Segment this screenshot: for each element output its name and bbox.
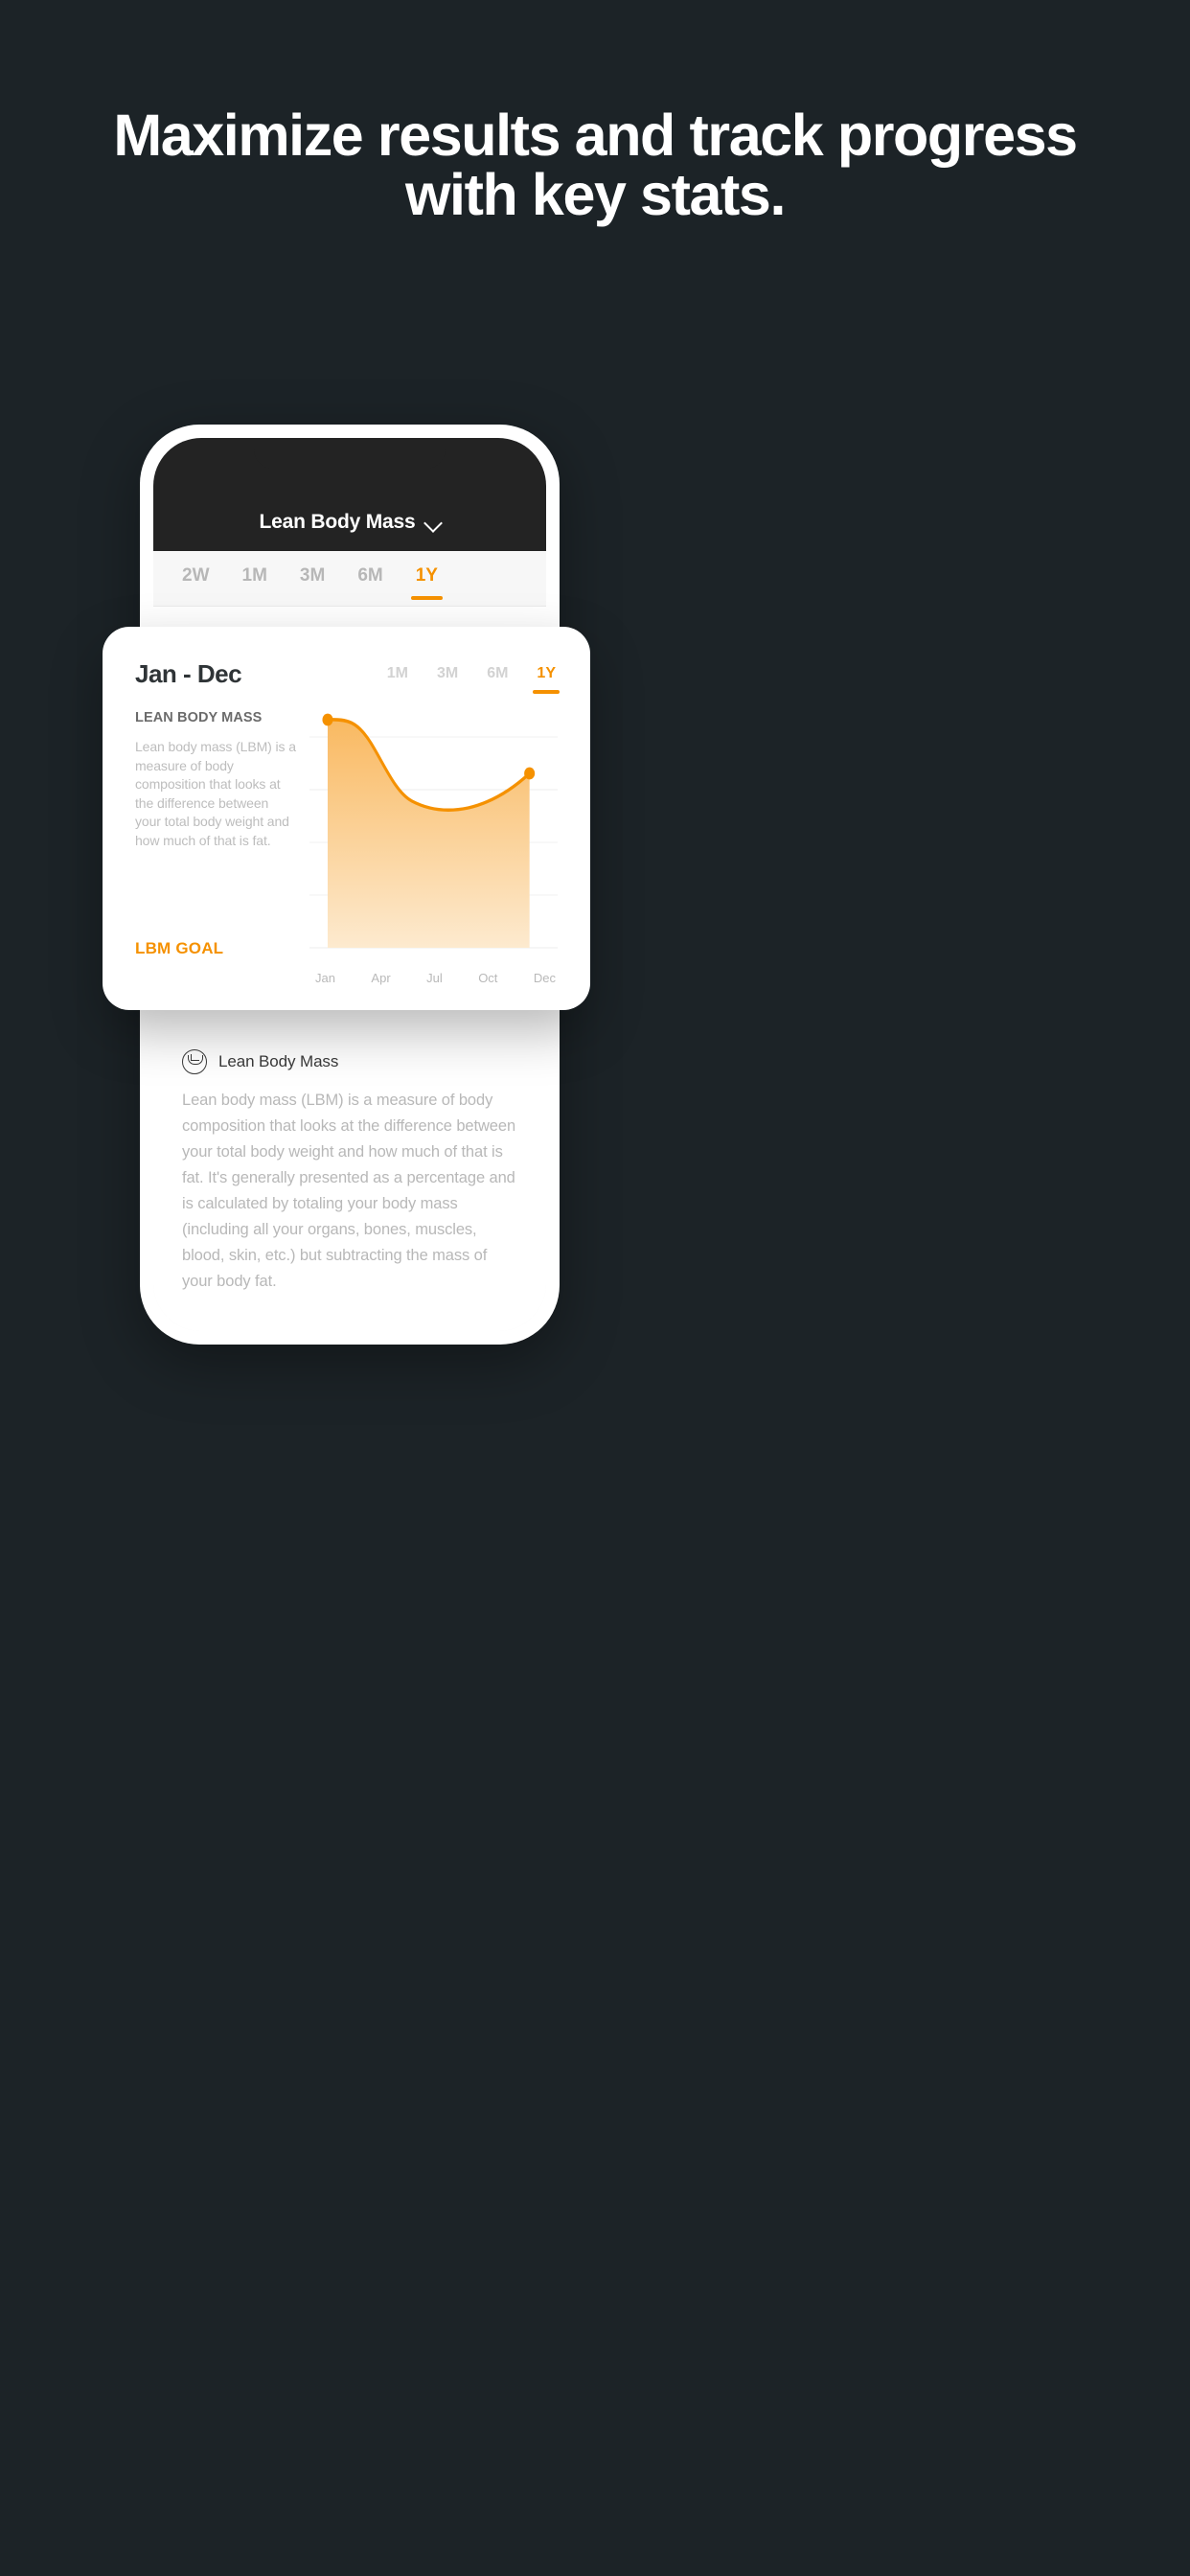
range-tab-3m[interactable]: 3M: [300, 565, 325, 592]
stats-card: Jan - Dec 1M 3M 6M 1Y LEAN BODY MASS Lea…: [103, 627, 590, 1010]
card-tab-6m[interactable]: 6M: [487, 665, 508, 682]
info-header: Lean Body Mass: [182, 1049, 517, 1074]
range-tab-bar: 2W 1M 3M 6M 1Y: [153, 551, 546, 607]
info-title: Lean Body Mass: [218, 1052, 339, 1070]
chart-x-axis-labels: Jan Apr Jul Oct Dec: [309, 961, 558, 985]
chart-area-fill: [327, 719, 530, 948]
info-paragraph: Lean body mass (LBM) is a measure of bod…: [182, 1092, 516, 1290]
page-title: Maximize results and track progress with…: [113, 103, 1078, 227]
card-tab-1y[interactable]: 1Y: [533, 665, 560, 694]
nav-title[interactable]: Lean Body Mass: [260, 511, 416, 534]
chevron-down-icon[interactable]: [423, 514, 444, 533]
chart-start-marker: [322, 713, 333, 726]
card-tab-3m[interactable]: 3M: [437, 665, 458, 682]
x-label-jan: Jan: [315, 971, 335, 985]
card-tab-1m[interactable]: 1M: [387, 665, 408, 682]
metric-description: Lean body mass (LBM) is a measure of bod…: [135, 739, 296, 848]
lean-body-mass-icon: [182, 1049, 207, 1074]
chart-end-marker: [524, 767, 536, 780]
lbm-goal-button[interactable]: LBM GOAL: [135, 939, 223, 958]
range-tab-1m[interactable]: 1M: [242, 565, 267, 592]
x-label-jul: Jul: [426, 971, 443, 985]
card-tab-bar: 1M 3M 6M 1Y: [387, 659, 560, 694]
lean-body-mass-area-chart[interactable]: [309, 710, 558, 961]
x-label-oct: Oct: [478, 971, 498, 985]
x-label-apr: Apr: [371, 971, 391, 985]
lean-body-mass-info: Lean Body Mass Lean body mass (LBM) is a…: [153, 1049, 546, 1295]
card-header: Jan - Dec 1M 3M 6M 1Y: [135, 659, 560, 694]
phone-notch: [254, 438, 446, 469]
metric-label: LEAN BODY MASS: [135, 710, 263, 725]
x-label-dec: Dec: [533, 971, 556, 985]
promo-page: Maximize results and track progress with…: [0, 0, 1190, 2576]
range-tab-1y[interactable]: 1Y: [410, 565, 444, 600]
range-tab-2w[interactable]: 2W: [182, 565, 210, 592]
range-tab-6m[interactable]: 6M: [357, 565, 382, 592]
card-title: Jan - Dec: [135, 659, 242, 688]
chart-container: Jan Apr Jul Oct Dec: [296, 710, 558, 985]
